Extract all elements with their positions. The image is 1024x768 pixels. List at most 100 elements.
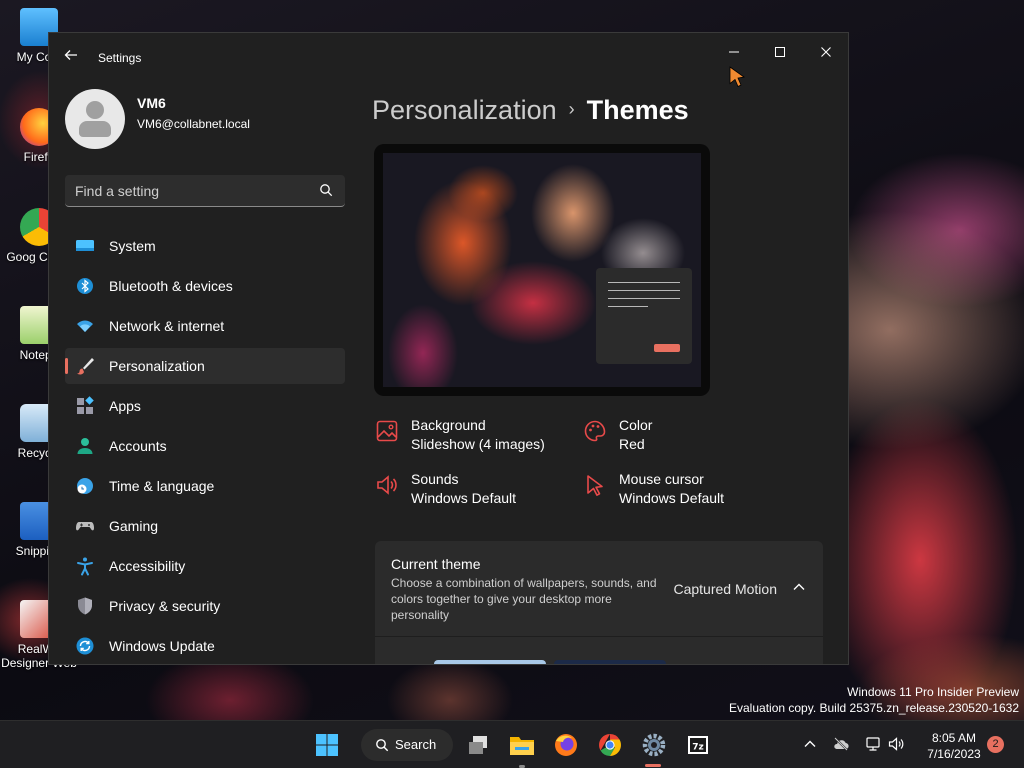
find-setting-search[interactable] — [65, 175, 345, 207]
taskbar-settings[interactable] — [638, 729, 670, 761]
nav-item-label: Accessibility — [109, 558, 186, 574]
maximize-icon — [775, 47, 785, 57]
watermark-line-2: Evaluation copy. Build 25375.zn_release.… — [729, 701, 1019, 715]
sounds-title: Sounds — [411, 471, 459, 487]
nav-item-label: Bluetooth & devices — [109, 278, 233, 294]
mouse-cursor-setting[interactable]: Mouse cursor Windows Default — [583, 471, 783, 511]
color-setting[interactable]: Color Red — [583, 417, 783, 457]
sounds-value: Windows Default — [411, 490, 517, 506]
nav-item-label: System — [109, 238, 156, 254]
breadcrumb: Personalization › Themes — [372, 95, 689, 126]
taskbar-file-explorer[interactable] — [506, 729, 538, 761]
svg-text:7z: 7z — [692, 743, 704, 753]
start-button[interactable] — [311, 729, 343, 761]
current-theme-description: Choose a combination of wallpapers, soun… — [391, 576, 657, 622]
app-title: Settings — [98, 51, 142, 65]
nav-item-accounts[interactable]: Accounts — [65, 428, 345, 464]
minimize-icon — [729, 51, 739, 53]
minimize-button[interactable] — [711, 39, 757, 69]
color-value: Red — [619, 436, 645, 452]
avatar-head — [86, 101, 104, 119]
avatar — [65, 89, 125, 149]
gamepad-icon — [76, 522, 94, 531]
card-divider — [375, 636, 823, 637]
close-icon — [821, 47, 831, 57]
mouse-pointer-icon — [587, 475, 603, 496]
preview-text-line — [608, 298, 680, 299]
nav-item-system[interactable]: System — [65, 228, 345, 264]
back-button[interactable] — [63, 47, 81, 65]
sounds-setting[interactable]: Sounds Windows Default — [375, 471, 575, 511]
system-icon — [76, 240, 94, 251]
nav-item-label: Network & internet — [109, 318, 225, 334]
taskbar-search[interactable]: Search — [361, 729, 453, 761]
clock-time: 8:05 AM — [931, 731, 977, 745]
theme-preview — [374, 144, 710, 396]
bluetooth-icon — [77, 278, 93, 294]
notification-badge[interactable]: 2 — [987, 736, 1004, 753]
sidebar: VM6 VM6@collabnet.local System Bluetooth… — [49, 77, 359, 664]
picture-icon — [376, 420, 398, 442]
clock-date: 7/16/2023 — [927, 747, 981, 761]
current-theme-title: Current theme — [391, 556, 481, 572]
nav-item-personalization[interactable]: Personalization — [65, 348, 345, 384]
theme-thumbnail[interactable] — [554, 660, 666, 664]
brush-icon — [77, 358, 94, 375]
nav-item-label: Privacy & security — [109, 598, 221, 614]
nav-item-bluetooth[interactable]: Bluetooth & devices — [65, 268, 345, 304]
theme-preview-wallpaper — [383, 153, 701, 387]
theme-preview-window — [596, 268, 692, 364]
palette-icon — [584, 420, 606, 442]
update-icon — [76, 637, 94, 655]
preview-text-line — [608, 282, 680, 283]
background-setting[interactable]: Background Slideshow (4 images) — [375, 417, 575, 457]
nav-item-privacy-security[interactable]: Privacy & security — [65, 588, 345, 624]
theme-thumbnail[interactable] — [434, 660, 546, 664]
seven-zip-icon: 7z — [688, 736, 708, 754]
nav-item-apps[interactable]: Apps — [65, 388, 345, 424]
taskbar-clock[interactable]: 8:05 AM 7/16/2023 — [918, 730, 990, 762]
windows-logo-icon — [316, 734, 338, 756]
nav-item-time-language[interactable]: Time & language — [65, 468, 345, 504]
folder-icon — [510, 737, 534, 755]
close-button[interactable] — [803, 39, 848, 69]
preview-accent-button — [654, 344, 680, 352]
firefox-icon — [555, 734, 577, 756]
taskbar-chrome[interactable] — [594, 729, 626, 761]
arrow-left-icon — [64, 50, 77, 60]
task-view-button[interactable] — [462, 729, 494, 761]
preview-text-line — [608, 306, 648, 307]
themes-page: Personalization › Themes Background Slides… — [359, 77, 848, 664]
wifi-icon — [77, 320, 93, 332]
taskbar-search-label: Search — [395, 737, 437, 752]
active-indicator — [65, 358, 68, 374]
current-theme-card[interactable]: Current theme Choose a combination of wa… — [375, 541, 823, 664]
user-name: VM6 — [137, 95, 166, 111]
chevron-up-icon[interactable] — [801, 735, 819, 753]
accounts-icon — [77, 438, 93, 454]
nav-item-accessibility[interactable]: Accessibility — [65, 548, 345, 584]
breadcrumb-parent[interactable]: Personalization — [372, 95, 557, 125]
maximize-button[interactable] — [757, 39, 803, 69]
network-wired-icon[interactable] — [864, 735, 882, 753]
search-icon — [320, 184, 333, 197]
nav-item-network[interactable]: Network & internet — [65, 308, 345, 344]
globe-clock-icon — [77, 478, 93, 494]
os-watermark: Windows 11 Pro Insider Preview Evaluatio… — [729, 684, 1019, 716]
nav-item-label: Personalization — [109, 358, 205, 374]
nav-item-label: Accounts — [109, 438, 167, 454]
nav-item-windows-update[interactable]: Windows Update — [65, 628, 345, 664]
volume-icon[interactable] — [887, 735, 905, 753]
active-app-indicator — [645, 764, 661, 767]
taskbar-firefox[interactable] — [550, 729, 582, 761]
search-input[interactable] — [75, 175, 305, 206]
watermark-line-1: Windows 11 Pro Insider Preview — [847, 685, 1019, 699]
nav-item-gaming[interactable]: Gaming — [65, 508, 345, 544]
taskbar-7zip[interactable]: 7z — [682, 729, 714, 761]
nav-item-label: Windows Update — [109, 638, 215, 654]
preview-text-line — [608, 290, 680, 291]
chevron-up-icon[interactable] — [791, 579, 807, 595]
chrome-icon — [599, 734, 621, 756]
shield-icon — [78, 597, 92, 615]
cloud-offline-icon[interactable] — [832, 735, 850, 753]
